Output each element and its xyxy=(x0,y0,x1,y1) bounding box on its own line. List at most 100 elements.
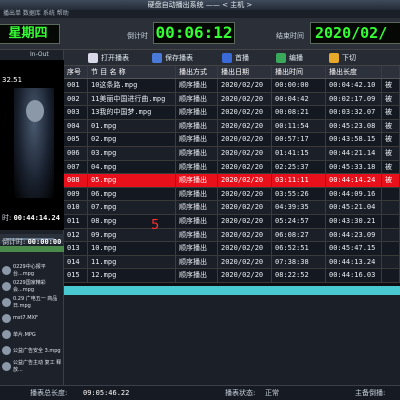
open-file-icon xyxy=(88,53,98,63)
cell-extra xyxy=(382,187,400,201)
schedule-table: 序号 节 目 名 称 播出方式 播出日期 播出时间 播出长度 001 10这条路.… xyxy=(64,66,400,283)
schedule-state-value: 正常 xyxy=(265,389,279,397)
end-time-label: 结束时间 xyxy=(276,32,304,40)
cell-time: 04:39:35 xyxy=(272,201,326,214)
cell-no: 007 xyxy=(64,160,88,174)
cell-name: 06.mpg xyxy=(88,187,176,201)
cell-length: 00:44:13.24 xyxy=(326,255,382,269)
cell-extra: 被 xyxy=(382,92,400,106)
media-item[interactable]: 0229中心报平台...mpg xyxy=(2,262,62,278)
menu-bar[interactable]: 播出单 数据库 系统 帮助 xyxy=(0,10,400,18)
cell-name: 13我的中国梦.mpg xyxy=(88,106,176,119)
media-file-icon xyxy=(2,281,11,291)
cell-name: 12.mpg xyxy=(88,269,176,282)
col-mode[interactable]: 播出方式 xyxy=(176,66,218,78)
total-length-value: 09:05:46.22 xyxy=(83,389,130,397)
edit-button[interactable]: 编播 xyxy=(276,52,303,64)
cell-date: 2020/02/20 xyxy=(218,106,272,119)
cell-name: 09.mpg xyxy=(88,228,176,242)
cell-name: 10.mpg xyxy=(88,242,176,255)
weekday-display: 星期四 xyxy=(0,24,60,44)
media-item[interactable]: 单片.MPG xyxy=(2,326,62,342)
next-icon xyxy=(329,53,339,63)
save-schedule-button[interactable]: 保存播表 xyxy=(152,52,193,64)
cell-name: 05.mpg xyxy=(88,174,176,187)
cell-mode: 顺序播出 xyxy=(176,228,218,242)
cell-extra: 被 xyxy=(382,174,400,187)
table-row[interactable]: 009 06.mpg 顺序播出 2020/02/20 03:55:26 00:44:09.… xyxy=(64,187,400,202)
cell-length: 00:03:32.07 xyxy=(326,106,382,119)
status-bar: 播表总长度: 09:05:46.22 播表状态: 正常 主备倒播: xyxy=(0,385,400,400)
cell-extra xyxy=(382,269,400,282)
countdown-row: 倒计时: 00:00:00 xyxy=(2,237,61,247)
media-item[interactable]: 公益广告安全 3.mpg xyxy=(2,342,62,358)
cell-mode: 顺序播出 xyxy=(176,92,218,106)
media-item[interactable]: 0229国家精彩会...mpg xyxy=(2,278,62,294)
open-schedule-button[interactable]: 打开播表 xyxy=(88,52,129,64)
cell-mode: 顺序播出 xyxy=(176,269,218,282)
table-row[interactable]: 010 07.mpg 顺序播出 2020/02/20 04:39:35 00:45:21.… xyxy=(64,201,400,215)
table-row[interactable]: 005 02.mpg 顺序播出 2020/02/20 00:57:17 00:43:58.… xyxy=(64,133,400,147)
col-extra[interactable] xyxy=(382,66,400,78)
table-row[interactable]: 013 10.mpg 顺序播出 2020/02/20 06:52:51 00:45:47.… xyxy=(64,242,400,256)
cell-name: 11美丽中国进行曲.mpg xyxy=(88,92,176,106)
media-file-icon xyxy=(2,361,11,371)
cell-length: 00:43:30.21 xyxy=(326,214,382,228)
table-row[interactable]: 011 08.mpg 顺序播出 2020/02/20 05:24:57 00:43:30.… xyxy=(64,214,400,229)
cell-date: 2020/02/20 xyxy=(218,133,272,146)
table-row[interactable]: 002 11美丽中国进行曲.mpg 顺序播出 2020/02/20 00:04:42 00… xyxy=(64,92,400,107)
toolbar: 打开播表 保存播表 首播 编播 下切 xyxy=(64,50,400,66)
cell-time: 00:08:21 xyxy=(272,106,326,119)
table-row[interactable]: 001 10这条路.mpg 顺序播出 2020/02/20 00:00:00 00:04:… xyxy=(64,79,400,93)
cell-length: 00:45:47.15 xyxy=(326,242,382,255)
cell-name: 10这条路.mpg xyxy=(88,79,176,92)
media-file-icon xyxy=(2,265,11,275)
table-divider xyxy=(64,286,400,295)
table-row[interactable]: 004 01.mpg 顺序播出 2020/02/20 00:11:54 00:45:23.… xyxy=(64,119,400,134)
cell-date: 2020/02/20 xyxy=(218,92,272,106)
next-button[interactable]: 下切 xyxy=(329,52,356,64)
media-list: 0229中心报平台...mpg 0229国家精彩会...mpg 0.29 广电五… xyxy=(2,262,62,374)
cell-time: 00:11:54 xyxy=(272,119,326,133)
cell-no: 012 xyxy=(64,228,88,242)
table-row[interactable]: 003 13我的中国梦.mpg 顺序播出 2020/02/20 00:08:21 00:0… xyxy=(64,106,400,120)
cell-length: 00:43:58.15 xyxy=(326,133,382,146)
end-time-display: 2020/02/ xyxy=(310,22,400,44)
col-name[interactable]: 节 目 名 称 xyxy=(88,66,176,78)
table-row[interactable]: 008 05.mpg 顺序播出 2020/02/20 03:11:11 00:44:14.… xyxy=(64,174,400,188)
cell-no: 003 xyxy=(64,106,88,119)
cell-date: 2020/02/20 xyxy=(218,187,272,201)
col-date[interactable]: 播出日期 xyxy=(218,66,272,78)
media-item[interactable]: mst7.MXF xyxy=(2,310,62,326)
countdown-display: 00:06:12 xyxy=(153,22,235,44)
cell-length: 00:45:21.04 xyxy=(326,201,382,214)
cell-mode: 顺序播出 xyxy=(176,146,218,160)
media-item[interactable]: 0.29 广电五一 商品日.mpg xyxy=(2,294,62,310)
video-preview: 32.51 xyxy=(0,60,64,230)
col-time[interactable]: 播出时间 xyxy=(272,66,326,78)
cell-no: 002 xyxy=(64,92,88,106)
media-item[interactable]: 公益广告主动 复工 释放... xyxy=(2,358,62,374)
elapsed-row: 时: 00:44:14.24 xyxy=(2,213,60,223)
cell-mode: 顺序播出 xyxy=(176,187,218,201)
table-row[interactable]: 015 12.mpg 顺序播出 2020/02/20 08:22:52 00:44:16.… xyxy=(64,269,400,283)
cell-length: 00:44:21.14 xyxy=(326,146,382,160)
cell-time: 05:24:57 xyxy=(272,214,326,228)
media-file-icon xyxy=(2,313,11,323)
cell-no: 006 xyxy=(64,146,88,160)
table-body: 001 10这条路.mpg 顺序播出 2020/02/20 00:00:00 00:04:… xyxy=(64,79,400,283)
save-icon xyxy=(152,53,162,63)
cell-time: 00:00:00 xyxy=(272,79,326,92)
table-row[interactable]: 012 09.mpg 顺序播出 2020/02/20 06:08:27 00:44:23.… xyxy=(64,228,400,243)
cell-date: 2020/02/20 xyxy=(218,79,272,92)
cell-name: 02.mpg xyxy=(88,133,176,146)
cell-extra: 被 xyxy=(382,119,400,133)
col-no[interactable]: 序号 xyxy=(64,66,88,78)
table-row[interactable]: 007 04.mpg 顺序播出 2020/02/20 02:25:37 00:45:33.… xyxy=(64,160,400,175)
cell-time: 06:08:27 xyxy=(272,228,326,242)
table-row[interactable]: 006 03.mpg 顺序播出 2020/02/20 01:41:15 00:44:21.… xyxy=(64,146,400,161)
col-length[interactable]: 播出长度 xyxy=(326,66,382,78)
play-button[interactable]: 首播 xyxy=(222,52,249,64)
table-row[interactable]: 014 11.mpg 顺序播出 2020/02/20 07:38:38 00:44:13.… xyxy=(64,255,400,270)
cell-mode: 顺序播出 xyxy=(176,160,218,174)
